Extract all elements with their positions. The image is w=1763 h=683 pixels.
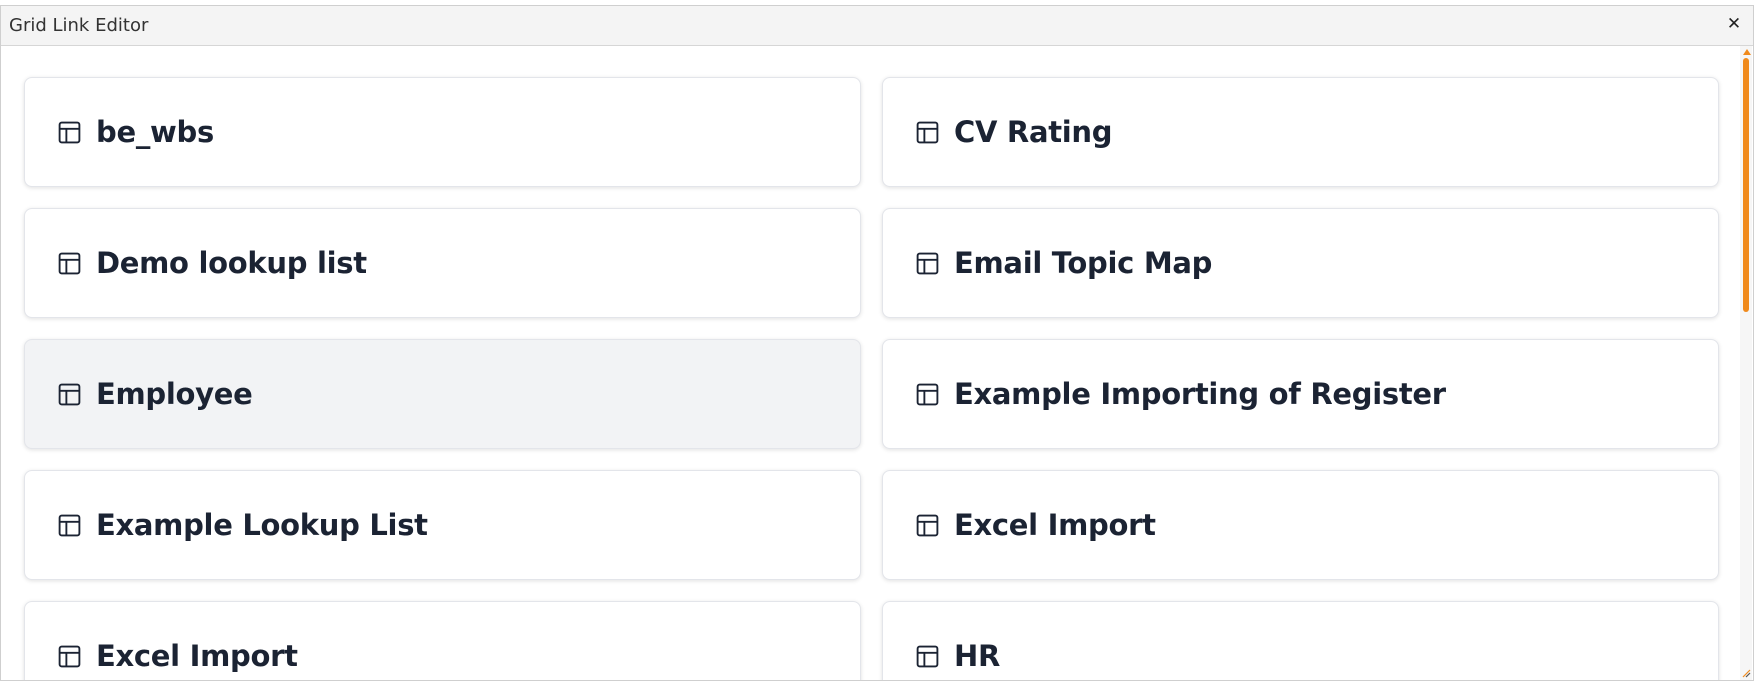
resize-grip-icon[interactable] [1741, 668, 1751, 678]
table-icon [58, 252, 81, 274]
register-card-cv-rating[interactable]: CV Rating [882, 77, 1719, 187]
dialog-title: Grid Link Editor [9, 15, 149, 36]
register-card-label: Example Lookup List [96, 508, 428, 542]
table-icon [58, 121, 81, 143]
register-card-label: Excel Import [96, 639, 298, 673]
table-icon [58, 514, 81, 536]
register-card-be-wbs[interactable]: be_wbs [24, 77, 861, 187]
table-icon [916, 383, 939, 405]
dialog-titlebar[interactable]: Grid Link Editor ✕ [1, 6, 1753, 46]
register-card-label: CV Rating [954, 115, 1113, 149]
register-card-example-importing-of-register[interactable]: Example Importing of Register [882, 339, 1719, 449]
register-card-hr[interactable]: HR [882, 601, 1719, 680]
table-icon [58, 645, 81, 667]
table-icon [916, 514, 939, 536]
register-card-label: Example Importing of Register [954, 377, 1446, 411]
register-card-label: HR [954, 639, 1001, 673]
table-icon [916, 252, 939, 274]
register-card-excel-import[interactable]: Excel Import [882, 470, 1719, 580]
scroll-up-arrow-icon[interactable] [1743, 49, 1751, 55]
register-card-label: Demo lookup list [96, 246, 367, 280]
grid-link-editor-dialog: Grid Link Editor ✕ be_wbs CV Rating Demo… [0, 5, 1754, 681]
register-card-label: Email Topic Map [954, 246, 1213, 280]
dialog-content: be_wbs CV Rating Demo lookup list Email … [1, 46, 1741, 680]
register-card-excel-import-2[interactable]: Excel Import [24, 601, 861, 680]
register-card-label: Employee [96, 377, 253, 411]
close-button[interactable]: ✕ [1723, 13, 1745, 35]
register-card-grid: be_wbs CV Rating Demo lookup list Email … [24, 77, 1720, 680]
vertical-scrollbar[interactable] [1740, 46, 1752, 680]
table-icon [58, 383, 81, 405]
table-icon [916, 121, 939, 143]
table-icon [916, 645, 939, 667]
register-card-employee[interactable]: Employee [24, 339, 861, 449]
register-card-label: be_wbs [96, 115, 214, 149]
register-card-example-lookup-list[interactable]: Example Lookup List [24, 470, 861, 580]
register-card-demo-lookup-list[interactable]: Demo lookup list [24, 208, 861, 318]
register-card-email-topic-map[interactable]: Email Topic Map [882, 208, 1719, 318]
scrollbar-thumb[interactable] [1743, 58, 1749, 312]
register-card-label: Excel Import [954, 508, 1156, 542]
